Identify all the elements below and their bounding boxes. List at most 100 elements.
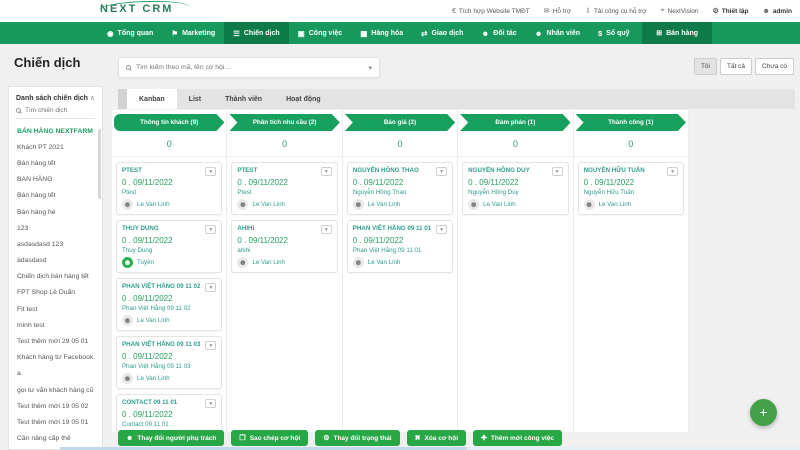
nav-item[interactable]: ⚑Marketing [162, 22, 224, 44]
tab-item[interactable]: Thành viên [213, 89, 274, 109]
nav-item[interactable]: ◉Tổng quan [98, 22, 162, 44]
card-menu-button[interactable]: ▾ [205, 341, 216, 350]
card-title: NGUYỄN HỒNG DUY [468, 167, 530, 174]
topbar-link[interactable]: €Tích hợp Website TMĐT [452, 8, 530, 15]
nav-item[interactable]: ☻Đối tác [472, 22, 525, 44]
campaign-list-item[interactable]: BAN HÀNG [9, 172, 102, 188]
campaign-list-item[interactable]: Test thêm mới 19 05 01 [9, 414, 102, 430]
sidebar-scrollbar[interactable] [98, 129, 101, 199]
card-menu-button[interactable]: ▾ [205, 283, 216, 292]
gear-icon: ⚙ [712, 7, 718, 15]
campaign-list-item[interactable]: ádasdasd [9, 253, 102, 269]
opportunity-card[interactable]: NGUYỄN HỮU TUẤN▾0 . 09/11/2022Nguyễn Hữu… [578, 162, 684, 215]
campaign-list-item[interactable]: 123 [9, 220, 102, 236]
opportunity-search-input[interactable] [136, 64, 363, 71]
card-menu-button[interactable]: ▾ [205, 399, 216, 408]
topbar-link-label: NextVision [668, 8, 699, 15]
campaign-list-item[interactable]: FPT Shop Lê Duẩn [9, 285, 102, 301]
campaign-list-item[interactable]: Khách PT 2021 [9, 139, 102, 155]
campaign-list-item[interactable]: Bán hàng tết [9, 188, 102, 204]
card-menu-button[interactable]: ▾ [321, 167, 332, 176]
tabs: KanbanListThành viênHoạt động [127, 89, 333, 109]
campaign-list-item[interactable]: BÁN HÀNG NEXTFARM [9, 123, 102, 139]
opportunity-card[interactable]: CONTACT 09 11 01▾0 . 09/11/2022Contact 0… [116, 394, 222, 432]
campaign-list-item[interactable]: Chiến dịch bán hàng tết [9, 269, 102, 285]
tab-strip-handle[interactable] [118, 89, 127, 109]
nav-item[interactable]: ☻Nhân viên [526, 22, 589, 44]
campaign-list-item[interactable]: Test thêm mới 29 05 01 [9, 333, 102, 349]
column-header[interactable]: Đàm phán (1) [460, 114, 570, 131]
opportunity-card[interactable]: AHIHI▾0 . 09/11/2022ahihi☻Le Van Linh [231, 220, 337, 273]
campaign-list-item[interactable]: Test thêm mới 19 05 02 [9, 398, 102, 414]
column-header[interactable]: Thành công (1) [576, 114, 686, 131]
toolbar-button[interactable]: ✖Xóa cơ hội [407, 430, 466, 446]
card-menu-button[interactable]: ▾ [205, 225, 216, 234]
page-title: Chiến dịch [14, 55, 80, 70]
card-menu-button[interactable]: ▾ [667, 167, 678, 176]
card-menu-button[interactable]: ▾ [436, 167, 447, 176]
opportunity-card[interactable]: PTEST▾0 . 09/11/2022Ptest☻Le Van Linh [231, 162, 337, 215]
opportunity-card[interactable]: THUY DUNG▾0 . 09/11/2022Thuy Dung☻Tuyền [116, 220, 222, 273]
opportunity-card[interactable]: NGUYỄN HỒNG DUY▾0 . 09/11/2022Nguyễn Hồn… [462, 162, 568, 215]
topbar-link[interactable]: ✉Hỗ trợ [544, 7, 571, 15]
campaign-list-item[interactable]: Bán hàng hè [9, 204, 102, 220]
card-menu-button[interactable]: ▾ [552, 167, 563, 176]
card-menu-button[interactable]: ▾ [205, 167, 216, 176]
campaign-list-item[interactable]: asdasdasd 123 [9, 236, 102, 252]
add-fab-button[interactable]: + [750, 399, 777, 426]
toolbar-button-label: Thay đổi trạng thái [333, 435, 391, 442]
toolbar-button[interactable]: ⚙Thay đổi trạng thái [315, 430, 399, 446]
opportunity-card[interactable]: NGUYỄN HỒNG THAO▾0 . 09/11/2022Nguyễn Hồ… [347, 162, 453, 215]
campaign-list-item[interactable]: minh test [9, 317, 102, 333]
nav-item[interactable]: ⇄Giao dịch [412, 22, 472, 44]
assignee-name: Le Van Linh [368, 201, 401, 208]
opportunity-card[interactable]: PHAN VIỆT HẰNG 09 11 02▾0 . 09/11/2022Ph… [116, 278, 222, 331]
dollar-icon: $ [598, 29, 602, 38]
tab-item[interactable]: Hoạt động [274, 89, 333, 109]
card-contact-name: Ptest [122, 189, 216, 196]
campaign-list-item[interactable]: Fit test [9, 301, 102, 317]
tab-active[interactable]: Kanban [127, 89, 177, 109]
card-menu-button[interactable]: ▾ [436, 225, 447, 234]
assignee-avatar: ☻ [122, 373, 133, 384]
employees-icon: ☻ [535, 29, 543, 38]
campaign-panel-header[interactable]: Danh sách chiến dịch ∧ [9, 87, 102, 107]
column-header[interactable]: Phân tích nhu cầu (2) [229, 114, 339, 131]
card-title: PHAN VIỆT HẰNG 09 11 03 [122, 341, 200, 348]
opportunity-card[interactable]: PHAN VIỆT HẰNG 09 11 01▾0 . 09/11/2022Ph… [347, 220, 453, 273]
topbar-link[interactable]: ⇩Tải công cụ hỗ trợ [585, 7, 647, 15]
opportunity-card[interactable]: PTEST▾0 . 09/11/2022Ptest☻Le Van Linh [116, 162, 222, 215]
collapse-icon[interactable]: ∧ [90, 94, 95, 102]
tab-item[interactable]: List [177, 89, 213, 109]
topbar-link[interactable]: ⌖NextVision [661, 7, 699, 15]
column-header[interactable]: Báo giá (2) [345, 114, 455, 131]
filter-button[interactable]: Tôi [694, 58, 717, 75]
card-menu-button[interactable]: ▾ [321, 225, 332, 234]
topbar-link[interactable]: ⚙Thiết lập [712, 7, 748, 15]
toolbar-button[interactable]: ☻Thay đổi người phụ trách [118, 430, 224, 446]
chevron-down-icon[interactable]: ▾ [368, 64, 372, 72]
kanban-column: Báo giá (2)0NGUYỄN HỒNG THAO▾0 . 09/11/2… [343, 110, 458, 432]
opportunity-card[interactable]: PHAN VIỆT HẰNG 09 11 03▾0 . 09/11/2022Ph… [116, 336, 222, 389]
card-contact-name: Phan Việt Hằng 09 11 01 [353, 247, 447, 254]
campaign-list-item[interactable]: a [9, 366, 102, 382]
campaign-list-item[interactable]: Cần nâng cấp thẻ [9, 431, 102, 447]
campaign-list-item[interactable]: Khách hàng từ Facebook [9, 350, 102, 366]
toolbar-button[interactable]: ❐Sao chép cơ hội [231, 430, 308, 446]
campaign-list-item[interactable]: Bán hàng tết [9, 155, 102, 171]
filter-button[interactable]: Tất cả [720, 58, 752, 75]
nav-item-label: Đối tác [493, 30, 516, 37]
topbar-link[interactable]: ☻admin [762, 8, 792, 15]
campaign-search-input[interactable] [25, 107, 95, 114]
nav-item-ban-hang[interactable]: ⊞ Bán hàng [642, 22, 712, 44]
nav-item[interactable]: ▣Công việc [289, 22, 352, 44]
nav-item[interactable]: ☰Chiến dịch [224, 22, 289, 44]
bottom-toolbar: ☻Thay đổi người phụ trách ❐Sao chép cơ hộ… [118, 430, 562, 446]
nav-item[interactable]: $Sổ quỹ [589, 22, 639, 44]
toolbar-button[interactable]: ✚Thêm mới công việc [473, 430, 562, 446]
column-header[interactable]: Thông tin khách (9) [114, 114, 224, 131]
filter-button[interactable]: Chưa có [755, 58, 794, 75]
campaign-list-item[interactable]: gọi tư vấn khách hàng cũ [9, 382, 102, 398]
nav-item[interactable]: ▦Hàng hóa [351, 22, 412, 44]
topbar-link-label: Hỗ trợ [553, 8, 571, 15]
